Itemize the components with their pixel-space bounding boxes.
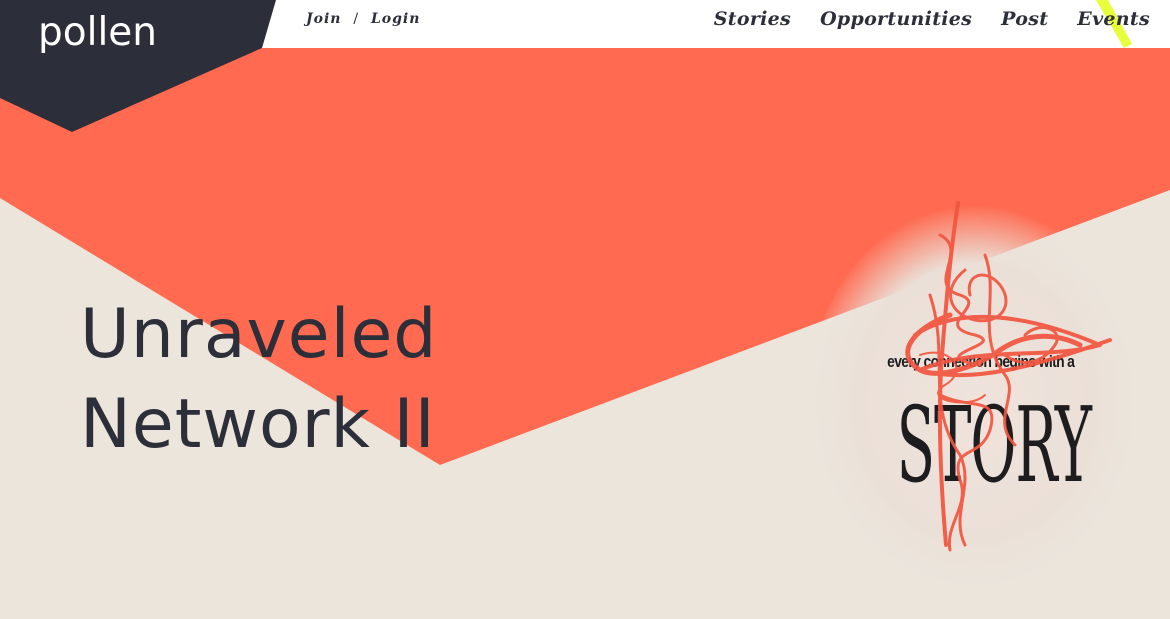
nav-item-post[interactable]: Post: [1001, 8, 1048, 30]
auth-separator: /: [353, 11, 360, 27]
story-tagline: every connection begins with a: [887, 352, 1075, 371]
hero-title: Unraveled Network II: [80, 290, 437, 470]
main-nav: Stories Opportunities Post Events: [685, 8, 1150, 30]
pollen-logo[interactable]: pollen: [38, 11, 157, 55]
story-word: STORY: [896, 384, 1092, 506]
auth-links: Join / Login: [306, 11, 420, 27]
join-link[interactable]: Join: [306, 11, 341, 27]
nav-item-events[interactable]: Events: [1077, 8, 1150, 30]
nav-item-opportunities[interactable]: Opportunities: [820, 8, 972, 30]
hero-title-line-1: Unraveled: [80, 295, 438, 374]
nav-item-stories[interactable]: Stories: [714, 8, 791, 30]
hero-title-line-2: Network II: [80, 385, 436, 464]
page: pollen Join / Login Stories Opportunitie…: [0, 0, 1170, 619]
login-link[interactable]: Login: [371, 11, 420, 27]
